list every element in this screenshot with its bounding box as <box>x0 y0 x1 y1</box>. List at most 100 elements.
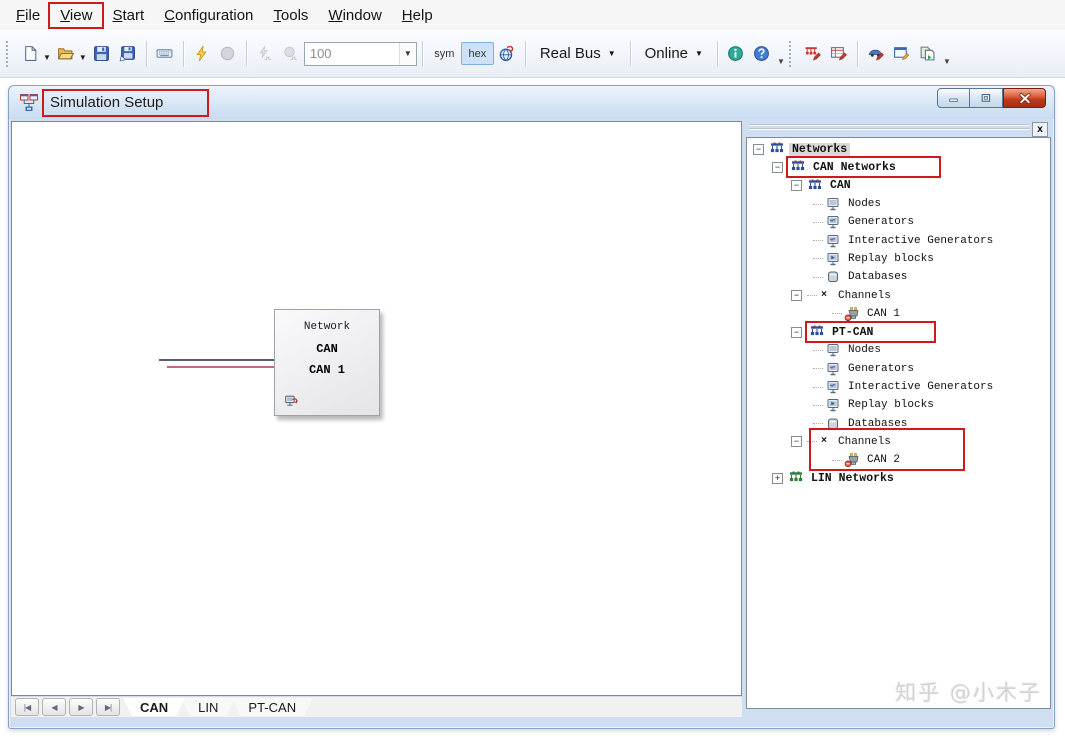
tree-item-lin-networks[interactable]: + LIN Networks <box>747 469 1050 487</box>
simulation-canvas[interactable]: Network CAN CAN 1 <box>11 121 742 696</box>
animation-factor-combobox[interactable]: 100▼ <box>304 42 417 66</box>
tree-item-generators[interactable]: Generators <box>747 360 1050 378</box>
panel-header[interactable]: x <box>748 122 1049 135</box>
canoe-application: FileViewStartConfigurationToolsWindowHel… <box>0 0 1065 737</box>
tab-nav-last-button[interactable]: ▶| <box>96 698 120 716</box>
tree-item-can-networks[interactable]: − CAN Networks <box>747 158 1050 176</box>
tree-item-label[interactable]: CAN <box>827 179 854 192</box>
expander-minus-icon[interactable]: − <box>791 180 802 191</box>
expander-minus-icon[interactable]: − <box>753 144 764 155</box>
tree-item-label[interactable]: CAN Networks <box>810 161 899 174</box>
tree-item-label[interactable]: Replay blocks <box>845 399 937 411</box>
tree-item-label[interactable]: CAN 2 <box>864 454 903 466</box>
menu-item-view[interactable]: View <box>50 4 102 27</box>
tree-item-replay-blocks[interactable]: Replay blocks <box>747 396 1050 414</box>
menu-item-help[interactable]: Help <box>392 4 443 27</box>
tab-can[interactable]: CAN <box>123 698 185 716</box>
copy-configuration-icon[interactable] <box>915 41 941 67</box>
hex-toggle-button[interactable]: hex <box>461 42 494 65</box>
chevron-down-icon[interactable]: ▼ <box>43 53 51 62</box>
tab-pt-can[interactable]: PT-CAN <box>231 698 313 716</box>
tree-item-channels[interactable]: −×Channels <box>747 433 1050 451</box>
tree-item-label[interactable]: Generators <box>845 363 917 375</box>
toolbar-overflow-button[interactable]: ▼ <box>941 40 953 68</box>
save-icon[interactable] <box>89 41 115 67</box>
tree-item-can-1[interactable]: CAN 1 <box>747 305 1050 323</box>
panel-close-button[interactable]: x <box>1032 122 1048 137</box>
tab-nav-first-button[interactable]: |◀ <box>15 698 39 716</box>
tree-item-label[interactable]: Nodes <box>845 344 884 356</box>
tab-nav-prev-button[interactable]: ◀ <box>42 698 66 716</box>
toolbar-grip[interactable] <box>789 41 795 67</box>
tree-item-label[interactable]: Databases <box>845 418 910 430</box>
tree-item-label[interactable]: PT-CAN <box>829 326 876 339</box>
node-editor-icon[interactable] <box>863 41 889 67</box>
online-dropdown-button[interactable]: Online▼ <box>636 41 712 67</box>
new-document-icon[interactable] <box>17 41 43 67</box>
tree-item-label[interactable]: Channels <box>835 290 894 302</box>
info-icon[interactable] <box>723 41 749 67</box>
menu-item-configuration[interactable]: Configuration <box>154 4 263 27</box>
tree-item-label[interactable]: Generators <box>845 216 917 228</box>
tree-item-can[interactable]: − CAN <box>747 177 1050 195</box>
tree-connector-line <box>832 313 842 314</box>
save-as-icon[interactable] <box>115 41 141 67</box>
tree-item-nodes[interactable]: Nodes <box>747 341 1050 359</box>
expander-minus-icon[interactable]: − <box>791 327 802 338</box>
chevron-down-icon[interactable]: ▼ <box>79 53 87 62</box>
message-editor-icon[interactable] <box>826 41 852 67</box>
title-bar[interactable]: Simulation Setup <box>9 86 1054 119</box>
tree-item-generators[interactable]: Generators <box>747 213 1050 231</box>
tree-item-networks[interactable]: − Networks <box>747 140 1050 158</box>
chevron-down-icon: ▼ <box>608 49 616 58</box>
tree-item-label[interactable]: Interactive Generators <box>845 381 996 393</box>
toolbar-overflow-button[interactable]: ▼ <box>775 40 787 68</box>
stop-measurement-icon <box>215 41 241 67</box>
tree-item-label[interactable]: Databases <box>845 271 910 283</box>
tree-item-label[interactable]: CAN 1 <box>864 308 903 320</box>
help-icon[interactable] <box>749 41 775 67</box>
tree-item-label[interactable]: Replay blocks <box>845 253 937 265</box>
close-button[interactable] <box>1003 88 1046 108</box>
expander-plus-icon[interactable]: + <box>772 473 783 484</box>
tab-nav-next-button[interactable]: ▶ <box>69 698 93 716</box>
network-editor-icon[interactable] <box>800 41 826 67</box>
tree-item-databases[interactable]: Databases <box>747 414 1050 432</box>
tree-item-interactive-generators[interactable]: Interactive Generators <box>747 231 1050 249</box>
chevron-down-icon: ▼ <box>695 49 703 58</box>
keyboard-icon[interactable] <box>152 41 178 67</box>
tree-item-label[interactable]: Interactive Generators <box>845 235 996 247</box>
real-bus-dropdown-button[interactable]: Real Bus▼ <box>531 41 625 67</box>
open-file-icon[interactable] <box>53 41 79 67</box>
tree-item-interactive-generators[interactable]: Interactive Generators <box>747 378 1050 396</box>
network-block-can1[interactable]: Network CAN CAN 1 <box>274 309 380 416</box>
tree-item-databases[interactable]: Databases <box>747 268 1050 286</box>
simulation-setup-icon <box>19 93 39 113</box>
tree-item-channels[interactable]: −×Channels <box>747 286 1050 304</box>
restore-button[interactable] <box>970 88 1003 108</box>
sym-toggle-button[interactable]: sym <box>428 42 461 65</box>
tree-item-label[interactable]: Channels <box>835 436 894 448</box>
menu-item-start[interactable]: Start <box>102 4 154 27</box>
tree-item-label[interactable]: Nodes <box>845 198 884 210</box>
toolbar-grip[interactable] <box>6 41 12 67</box>
expander-minus-icon[interactable]: − <box>772 162 783 173</box>
expander-minus-icon[interactable]: − <box>791 290 802 301</box>
tree-item-label[interactable]: Networks <box>789 143 850 156</box>
tree-item-pt-can[interactable]: − PT-CAN <box>747 323 1050 341</box>
start-measurement-icon[interactable] <box>189 41 215 67</box>
tree-item-nodes[interactable]: Nodes <box>747 195 1050 213</box>
panel-editor-icon[interactable] <box>889 41 915 67</box>
tree-item-can-2[interactable]: CAN 2 <box>747 451 1050 469</box>
chevron-down-icon[interactable]: ▼ <box>399 43 416 65</box>
tree-item-label[interactable]: LIN Networks <box>808 472 897 485</box>
tree-item-replay-blocks[interactable]: Replay blocks <box>747 250 1050 268</box>
expander-minus-icon[interactable]: − <box>791 436 802 447</box>
menu-item-file[interactable]: File <box>6 4 50 27</box>
menu-item-window[interactable]: Window <box>318 4 391 27</box>
online-offline-globe-icon[interactable] <box>494 41 520 67</box>
tree-connector-line <box>813 387 823 388</box>
minimize-button[interactable] <box>937 88 970 108</box>
menu-item-tools[interactable]: Tools <box>263 4 318 27</box>
tab-lin[interactable]: LIN <box>181 698 235 716</box>
